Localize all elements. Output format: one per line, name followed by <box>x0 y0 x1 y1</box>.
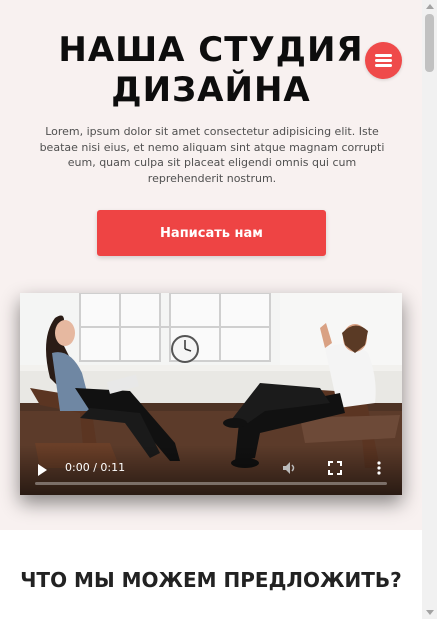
hero-description: Lorem, ipsum dolor sit amet consectetur … <box>39 125 385 185</box>
hamburger-icon-line <box>375 59 392 62</box>
video-time: 0:00 / 0:11 <box>65 461 126 474</box>
video-progress-bar[interactable] <box>35 482 387 485</box>
fullscreen-icon[interactable] <box>328 461 342 475</box>
hero-title: НАША СТУДИЯ ДИЗАЙНА <box>58 30 364 110</box>
scrollbar-thumb[interactable] <box>425 14 434 72</box>
volume-icon[interactable] <box>282 461 298 475</box>
services-title: ЧТО МЫ МОЖЕМ ПРЕДЛОЖИТЬ? <box>20 568 402 592</box>
video-player[interactable]: 0:00 / 0:11 <box>20 293 402 495</box>
menu-button[interactable] <box>365 42 402 79</box>
hamburger-icon-line <box>375 54 392 57</box>
scroll-up-arrow-icon[interactable] <box>426 4 434 9</box>
hamburger-icon-line <box>375 64 392 67</box>
scroll-down-arrow-icon[interactable] <box>426 610 434 615</box>
page: НАША СТУДИЯ ДИЗАЙНА Lorem, ipsum dolor s… <box>0 0 422 619</box>
contact-us-button[interactable]: Написать нам <box>97 210 326 256</box>
play-icon[interactable] <box>38 464 47 476</box>
services-section: ЧТО МЫ МОЖЕМ ПРЕДЛОЖИТЬ? <box>0 530 422 619</box>
page-scrollbar[interactable] <box>422 0 437 619</box>
video-controls: 0:00 / 0:11 <box>20 445 402 495</box>
more-options-icon[interactable] <box>376 461 382 475</box>
